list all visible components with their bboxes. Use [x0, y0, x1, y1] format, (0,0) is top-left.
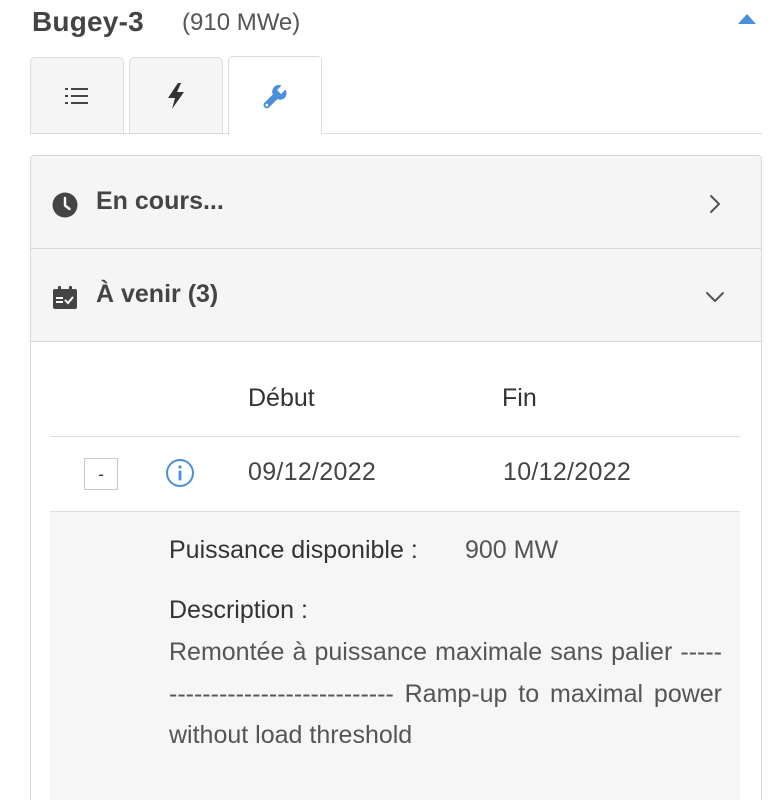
power-value: 900 MW — [465, 536, 559, 564]
row-end-date: 10/12/2022 — [503, 458, 632, 486]
power-label: Puissance disponible : — [169, 536, 418, 564]
tab-divider — [30, 133, 762, 134]
section-in-progress[interactable]: En cours... — [31, 156, 761, 249]
clock-icon — [52, 192, 78, 218]
tab-list[interactable] — [30, 57, 124, 134]
tab-maintenance[interactable] — [228, 56, 322, 135]
tab-power[interactable] — [129, 57, 223, 134]
unit-capacity: (910 MWe) — [182, 9, 301, 36]
active-tab-gap — [230, 133, 321, 135]
caret-up-icon[interactable] — [737, 12, 757, 26]
description-text: Remontée à puissance maximale sans palie… — [169, 638, 722, 749]
header-divider — [50, 436, 740, 437]
list-icon — [65, 88, 88, 104]
row-collapse-button[interactable]: - — [84, 458, 118, 490]
row-start-date: 09/12/2022 — [248, 458, 377, 486]
chevron-right-icon[interactable] — [703, 192, 727, 216]
description-label: Description : — [169, 596, 308, 624]
chevron-down-icon[interactable] — [703, 285, 727, 309]
unit-panel: Bugey-3 (910 MWe) En cours... À venir (3… — [0, 0, 781, 800]
bolt-icon — [168, 83, 184, 109]
calendar-check-icon — [53, 286, 77, 309]
section-in-progress-label: En cours... — [96, 187, 224, 215]
unit-title: Bugey-3 — [32, 6, 144, 37]
column-header-end: Fin — [502, 384, 537, 412]
info-icon[interactable] — [165, 458, 195, 488]
wrench-icon — [263, 85, 287, 109]
column-header-start: Début — [248, 384, 315, 412]
section-upcoming-label: À venir (3) — [96, 280, 219, 308]
section-upcoming[interactable]: À venir (3) — [31, 249, 761, 342]
